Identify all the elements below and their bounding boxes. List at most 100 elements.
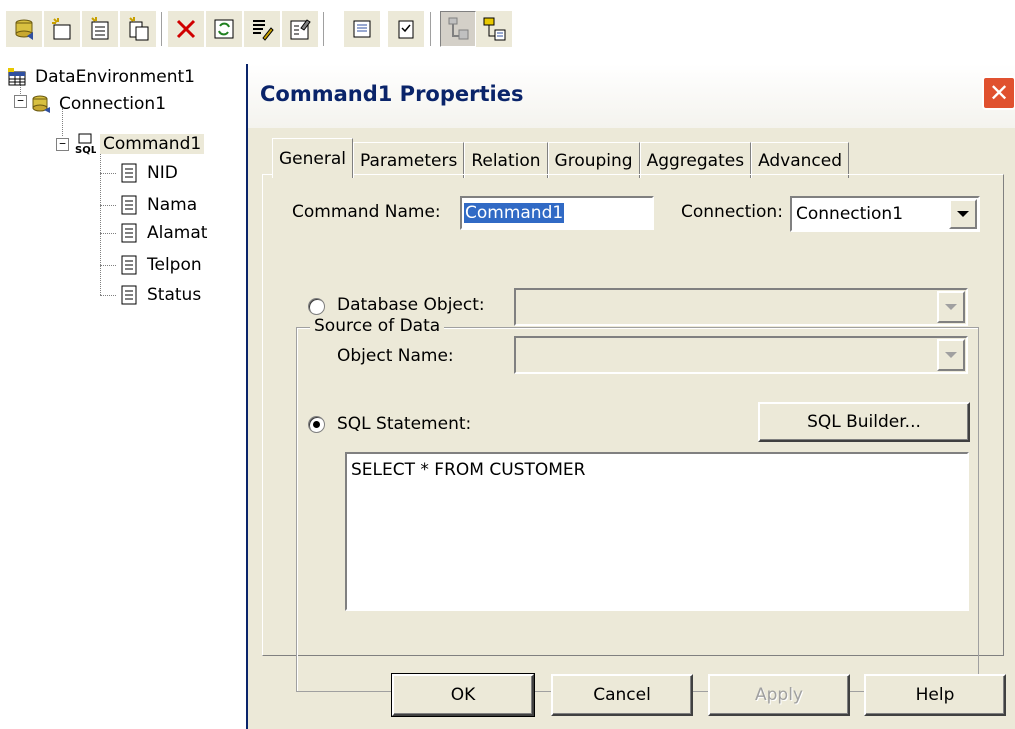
- chevron-down-icon: [945, 304, 957, 310]
- command-name-value: Command1: [464, 203, 565, 223]
- tree-node-field[interactable]: Alamat: [118, 220, 210, 246]
- object-name-dropdown[interactable]: [514, 336, 968, 374]
- connection-dropdown[interactable]: Connection1: [790, 196, 980, 232]
- tree-label: Status: [147, 285, 202, 305]
- tree-node-command[interactable]: SQL Command1: [74, 131, 205, 157]
- tree-node-field[interactable]: Status: [118, 282, 204, 308]
- sql-command-icon: SQL: [75, 133, 96, 155]
- help-button[interactable]: Help: [864, 674, 1006, 716]
- properties-icon: [290, 19, 311, 40]
- chevron-down-icon: [957, 211, 969, 217]
- source-of-data-title: Source of Data: [310, 316, 445, 336]
- view-code-button[interactable]: [344, 11, 380, 47]
- dialog-titlebar[interactable]: Command1 Properties ✕: [248, 64, 1015, 128]
- insert-stored-procedures-icon: [91, 17, 109, 40]
- connection-icon: [32, 95, 50, 113]
- tab-strip: General Parameters Relation Grouping Agg…: [272, 138, 850, 178]
- arrange-by-object-icon: [483, 17, 506, 41]
- arrange-by-object-button[interactable]: [476, 11, 512, 47]
- tree-label: Alamat: [147, 223, 208, 243]
- tree-connector: [100, 295, 116, 296]
- field-icon: [121, 163, 137, 183]
- tab-aggregates[interactable]: Aggregates: [639, 142, 752, 178]
- tree-connector: [100, 205, 116, 206]
- arrange-by-connection-icon: [448, 17, 469, 40]
- add-child-command-icon: [129, 17, 149, 41]
- dialog-title: Command1 Properties: [260, 82, 524, 106]
- dropdown-button[interactable]: [949, 199, 977, 229]
- add-connection-icon: [15, 19, 33, 40]
- sql-statement-label: SQL Statement:: [337, 414, 472, 434]
- command-properties-dialog: Command1 Properties ✕ General Parameters…: [246, 64, 1015, 729]
- sql-text: SELECT * FROM CUSTOMER: [351, 460, 586, 480]
- arrange-by-connection-button[interactable]: [440, 11, 476, 47]
- add-connection-button[interactable]: [6, 11, 42, 47]
- add-command-button[interactable]: [44, 11, 80, 47]
- toolbar-separator: [430, 12, 432, 46]
- tree-label: DataEnvironment1: [35, 67, 195, 87]
- tree-label: Command1: [100, 134, 205, 154]
- tree-connector: [100, 265, 116, 266]
- cancel-button[interactable]: Cancel: [551, 674, 693, 716]
- database-object-label: Database Object:: [337, 295, 485, 315]
- tree-node-field[interactable]: Nama: [118, 192, 200, 218]
- toolbar: [0, 0, 1015, 55]
- tree-label: Nama: [147, 195, 198, 215]
- options-button[interactable]: [388, 11, 424, 47]
- tab-grouping[interactable]: Grouping: [547, 142, 640, 178]
- field-icon: [121, 195, 137, 215]
- data-environment-icon: [8, 68, 26, 86]
- properties-button[interactable]: [282, 11, 318, 47]
- add-child-command-button[interactable]: [120, 11, 156, 47]
- insert-stored-procedures-button[interactable]: [82, 11, 118, 47]
- tree-connector: [100, 173, 116, 174]
- delete-button[interactable]: [168, 11, 204, 47]
- options-icon: [398, 20, 414, 39]
- connection-value: Connection1: [796, 204, 904, 224]
- sql-statement-radio[interactable]: [308, 416, 325, 433]
- database-object-radio[interactable]: [308, 298, 325, 315]
- refresh-icon: [214, 19, 234, 39]
- tree-node-connection[interactable]: Connection1: [30, 91, 169, 117]
- toolbar-separator: [161, 12, 163, 46]
- add-command-icon: [52, 18, 71, 40]
- tree-node-data-environment[interactable]: DataEnvironment1: [6, 64, 198, 90]
- connection-label: Connection:: [681, 202, 783, 222]
- tree-label: NID: [147, 163, 178, 183]
- design-button[interactable]: [244, 11, 280, 47]
- data-environment-tree: DataEnvironment1 − Connection1 − SQL Com…: [0, 62, 246, 729]
- apply-button[interactable]: Apply: [708, 674, 850, 716]
- dropdown-button[interactable]: [937, 339, 965, 371]
- design-icon: [253, 20, 274, 41]
- tab-parameters[interactable]: Parameters: [353, 142, 465, 178]
- field-icon: [121, 255, 137, 275]
- tree-connector: [100, 233, 116, 234]
- tab-general[interactable]: General: [272, 138, 353, 178]
- collapse-toggle[interactable]: −: [14, 95, 27, 108]
- delete-icon: [176, 19, 196, 39]
- sql-builder-button[interactable]: SQL Builder...: [758, 402, 970, 442]
- command-name-input[interactable]: Command1: [460, 196, 654, 230]
- tab-advanced[interactable]: Advanced: [751, 142, 850, 178]
- refresh-button[interactable]: [206, 11, 242, 47]
- field-icon: [121, 285, 137, 305]
- toolbar-separator: [323, 12, 325, 46]
- field-icon: [121, 223, 137, 243]
- close-button[interactable]: ✕: [982, 76, 1015, 110]
- tab-relation[interactable]: Relation: [464, 142, 548, 178]
- command-name-label: Command Name:: [292, 202, 441, 222]
- tree-node-field[interactable]: Telpon: [118, 252, 205, 278]
- svg-text:SQL: SQL: [75, 145, 96, 155]
- view-code-icon: [353, 20, 371, 38]
- chevron-down-icon: [945, 352, 957, 358]
- collapse-toggle[interactable]: −: [56, 138, 69, 151]
- tree-label: Telpon: [147, 255, 202, 275]
- sql-statement-textarea[interactable]: SELECT * FROM CUSTOMER: [345, 452, 969, 611]
- tree-label: Connection1: [59, 94, 167, 114]
- close-icon: ✕: [988, 79, 1010, 107]
- database-object-dropdown[interactable]: [514, 288, 968, 326]
- ok-button[interactable]: OK: [391, 673, 535, 717]
- dropdown-button[interactable]: [937, 291, 965, 323]
- tree-node-field[interactable]: NID: [118, 160, 181, 186]
- object-name-label: Object Name:: [337, 346, 454, 366]
